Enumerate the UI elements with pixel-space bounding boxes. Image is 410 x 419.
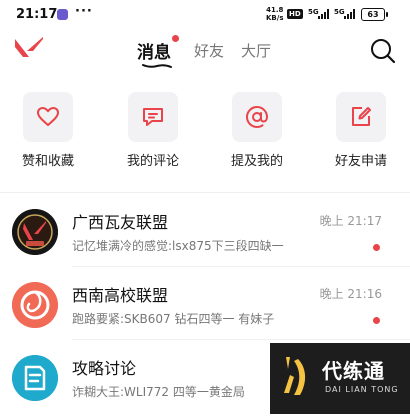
unread-dot — [373, 317, 380, 324]
conversation-time: 晚上 21:17 — [319, 214, 382, 228]
valorant-emblem-icon — [12, 209, 58, 255]
watermark-text: 代练通 — [322, 359, 385, 383]
search-icon[interactable] — [370, 38, 396, 64]
unread-dot — [373, 244, 380, 251]
status-bar: 21:17 ··· 41.8 KB/s HD 5G 5G 63 — [0, 0, 410, 30]
section-divider — [0, 192, 410, 193]
messages-unread-dot — [172, 35, 179, 42]
mentions-button[interactable]: 提及我的 — [222, 92, 292, 169]
app-notification-icon — [57, 9, 68, 20]
signal-bars-2-icon — [344, 9, 358, 19]
likes-and-favorites-button[interactable]: 赞和收藏 — [13, 92, 83, 169]
conversation-row[interactable]: 广西瓦友联盟 记忆堆满冷的感觉:lsx875下三段四缺一 晚上 21:17 — [0, 201, 410, 273]
swirl-emblem-icon — [12, 282, 58, 328]
book-emblem-icon — [12, 355, 58, 401]
signal-bars-1-icon — [318, 9, 332, 19]
conversation-preview: 记忆堆满冷的感觉:lsx875下三段四缺一 — [72, 239, 284, 253]
conversation-title: 攻略讨论 — [72, 359, 137, 378]
conversation-preview: 跑路要紧:SKB607 钻石四等一 有妹子 — [72, 312, 275, 326]
likes-tile — [23, 92, 73, 142]
comment-icon — [143, 108, 163, 126]
network-speed: 41.8 KB/s — [266, 6, 283, 22]
mentions-label: 提及我的 — [230, 154, 283, 169]
active-tab-indicator — [142, 64, 172, 68]
tab-messages[interactable]: 消息 — [137, 38, 171, 63]
net-speed-unit: KB/s — [266, 14, 284, 22]
mentions-tile — [232, 92, 282, 142]
comments-label: 我的评论 — [126, 154, 179, 169]
conversation-title: 广西瓦友联盟 — [72, 213, 169, 232]
comments-tile — [128, 92, 178, 142]
heart-icon — [37, 107, 59, 126]
at-icon — [245, 105, 269, 129]
row-divider — [72, 339, 410, 340]
more-notifications-icon: ··· — [75, 4, 93, 19]
tab-friends[interactable]: 好友 — [194, 40, 224, 61]
net-speed-value: 41.8 — [266, 6, 284, 14]
conversation-time: 晚上 21:16 — [319, 287, 382, 301]
conversation-preview: 诈糊大王:WLI772 四等一黄金局 — [72, 385, 245, 399]
conversation-row[interactable]: 西南高校联盟 跑路要紧:SKB607 钻石四等一 有妹子 晚上 21:16 — [0, 274, 410, 346]
daliantong-logo-icon — [284, 357, 306, 395]
group-avatar — [12, 209, 58, 255]
likes-label: 赞和收藏 — [21, 154, 74, 169]
status-time: 21:17 — [16, 7, 58, 22]
watermark-subtext: DAI LIAN TONG — [325, 385, 399, 394]
my-comments-button[interactable]: 我的评论 — [118, 92, 188, 169]
watermark-logo: 代练通 DAI LIAN TONG — [270, 343, 410, 414]
friend-requests-label: 好友申请 — [334, 154, 387, 169]
friend-requests-button[interactable]: 好友申请 — [326, 92, 396, 169]
tab-hall[interactable]: 大厅 — [241, 40, 271, 61]
top-tabs: 消息 好友 大厅 — [0, 38, 410, 70]
group-avatar — [12, 355, 58, 401]
battery-icon: 63 — [361, 8, 388, 21]
hd-voice-icon: HD — [287, 9, 303, 19]
edit-icon — [352, 107, 371, 126]
row-divider — [72, 266, 410, 267]
friend-requests-tile — [336, 92, 386, 142]
group-avatar — [12, 282, 58, 328]
conversation-title: 西南高校联盟 — [72, 286, 169, 305]
